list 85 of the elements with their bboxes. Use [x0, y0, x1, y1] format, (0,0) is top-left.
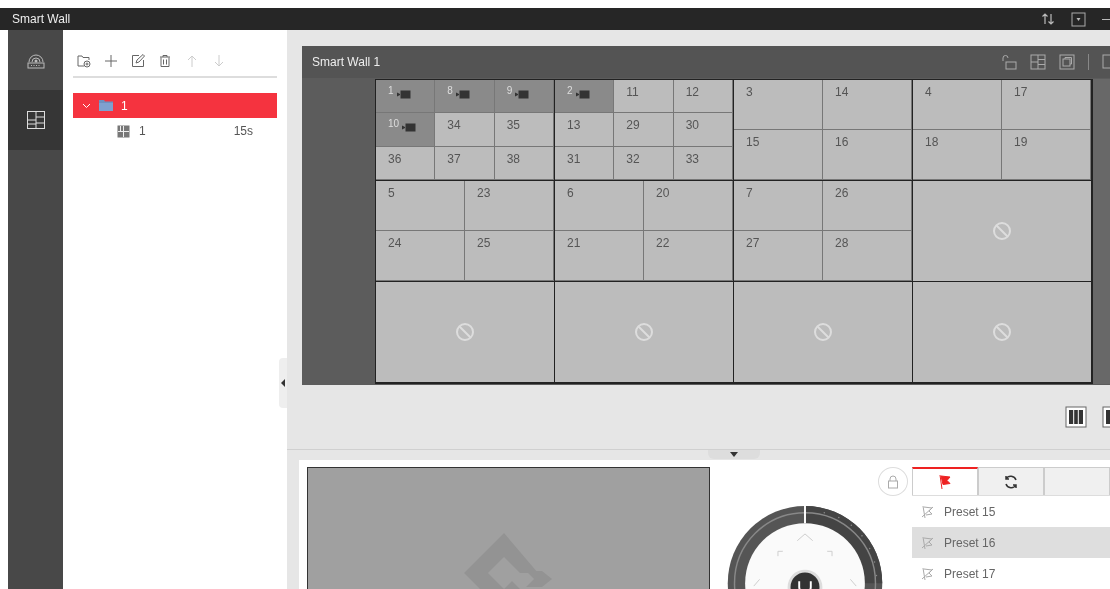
- window-number: 1: [388, 85, 394, 96]
- window-number: 35: [506, 118, 520, 133]
- no-signal-icon: [813, 322, 833, 342]
- window-number: 27: [746, 236, 760, 250]
- wall-screen[interactable]: 1 8 9 10 34 35 36 37 38: [375, 79, 555, 181]
- sort-arrows-icon[interactable]: [1041, 12, 1055, 26]
- window-number: 22: [656, 236, 670, 250]
- collapse-handle[interactable]: [279, 358, 287, 408]
- edit-icon[interactable]: [131, 54, 145, 68]
- refresh-icon: [1003, 473, 1019, 490]
- expand-handle[interactable]: [707, 450, 760, 459]
- window-number: 5: [388, 186, 395, 200]
- window-number: 13: [567, 118, 581, 133]
- preset-item[interactable]: Preset 15: [912, 496, 1110, 527]
- tree-scene-item[interactable]: 1 15s: [73, 118, 277, 144]
- restore-icon[interactable]: [1059, 54, 1075, 70]
- no-signal-icon: [992, 221, 1012, 241]
- window-number: 38: [506, 151, 520, 166]
- window-number: 33: [685, 151, 699, 166]
- window-title: Smart Wall: [12, 12, 71, 26]
- preset-item[interactable]: Preset 16: [912, 527, 1110, 558]
- add-folder-icon[interactable]: [77, 54, 91, 68]
- window-number: 31: [567, 151, 581, 166]
- window-number: 10: [388, 118, 400, 130]
- wall-screen[interactable]: [375, 281, 555, 383]
- wall-screen[interactable]: [733, 281, 913, 383]
- window-number: 21: [567, 236, 581, 250]
- window-number: 37: [447, 151, 461, 166]
- wall-screen[interactable]: 2 11 12 13 29 30 31 32 33: [554, 79, 734, 181]
- window-number: 7: [746, 186, 753, 200]
- window-number: 32: [626, 151, 640, 166]
- window-number: 15: [746, 135, 760, 149]
- wall-screen[interactable]: 3 14 15 16: [733, 79, 913, 181]
- window-number: 3: [746, 85, 753, 99]
- no-signal-icon: [634, 322, 654, 342]
- window-number: 4: [925, 85, 932, 99]
- wall-screen[interactable]: [554, 281, 734, 383]
- wall-screen[interactable]: 6 20 21 22: [554, 180, 734, 282]
- wall-screen[interactable]: 4 17 18 19: [912, 79, 1092, 181]
- flag-icon: [922, 535, 934, 550]
- window-number: 11: [626, 85, 639, 99]
- flag-icon: [922, 504, 934, 519]
- wall-screen[interactable]: 5 23 24 25: [375, 180, 555, 282]
- window-number: 8: [447, 85, 453, 96]
- window-number: 28: [835, 236, 849, 250]
- chevron-icon[interactable]: [82, 101, 91, 110]
- window-number: 23: [477, 186, 491, 200]
- wall-title: Smart Wall 1: [312, 55, 381, 69]
- flag-icon: [922, 566, 934, 581]
- window-number: 12: [685, 85, 699, 99]
- window-number: 18: [925, 135, 939, 149]
- window-number: 6: [567, 186, 574, 200]
- wall-screen[interactable]: 7 26 27 28: [733, 180, 913, 282]
- window-number: 20: [656, 186, 670, 200]
- window-number: 19: [1014, 135, 1028, 149]
- folder-icon: [99, 100, 113, 111]
- no-signal-icon: [992, 322, 1012, 342]
- window-number: 17: [1014, 85, 1028, 99]
- window-number: 25: [477, 236, 491, 250]
- window-number: 14: [835, 85, 849, 99]
- video-wall-icon[interactable]: [8, 90, 63, 150]
- unlock-icon[interactable]: [1001, 54, 1017, 70]
- preset-tab[interactable]: [912, 467, 978, 495]
- flag-icon: [938, 474, 952, 490]
- patrol-tab[interactable]: [978, 467, 1044, 495]
- lock-icon: [887, 474, 899, 489]
- preset-item[interactable]: Preset 17: [912, 558, 1110, 589]
- dropdown-icon[interactable]: [1071, 11, 1086, 27]
- window-number: 16: [835, 135, 849, 149]
- no-signal-icon: [455, 322, 475, 342]
- window-number: 9: [506, 85, 513, 96]
- window-number: 2: [567, 85, 573, 96]
- three-column-layout-icon[interactable]: [1065, 406, 1087, 428]
- window-number: 29: [626, 118, 640, 133]
- window-number: 24: [388, 236, 402, 250]
- wall-screen[interactable]: [912, 281, 1092, 383]
- window-number: 34: [447, 118, 461, 133]
- window-number: 36: [388, 151, 402, 166]
- window-number: 30: [685, 118, 699, 133]
- wall-screen[interactable]: [912, 180, 1092, 282]
- grid-icon[interactable]: [1030, 54, 1046, 70]
- delete-icon[interactable]: [158, 54, 172, 68]
- layout-icon: [117, 124, 130, 138]
- window-number: 26: [835, 186, 849, 200]
- tree-folder-item[interactable]: 1: [73, 93, 277, 118]
